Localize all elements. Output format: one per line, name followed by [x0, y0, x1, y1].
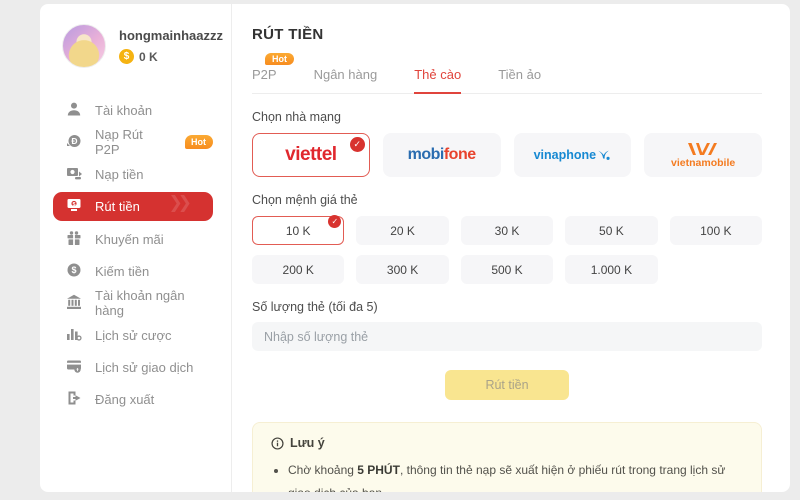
tab-p2p[interactable]: Hot P2P [252, 53, 294, 93]
sidebar-item-logout[interactable]: Đăng xuất [62, 383, 213, 415]
p2p-icon: Đ [66, 133, 82, 152]
main-content: RÚT TIỀN Hot P2P Ngân hàng Thẻ cào Tiền … [232, 4, 790, 492]
network-option-vietnamobile[interactable]: vietnamobile [644, 133, 762, 177]
earn-icon: $ [66, 262, 82, 281]
sidebar-item-deposit[interactable]: Nạp tiền [62, 158, 213, 190]
quantity-input[interactable] [252, 322, 762, 351]
note-item: Chờ khoảng 5 PHÚT, thông tin thẻ nạp sẽ … [288, 459, 743, 492]
deposit-icon [66, 165, 82, 184]
denom-option-100k[interactable]: 100 K [669, 216, 762, 245]
tab-crypto[interactable]: Tiền ảo [498, 67, 541, 93]
vinaphone-swoosh-icon [598, 150, 610, 160]
denom-option-300k[interactable]: 300 K [356, 255, 449, 284]
withdraw-icon: $ [66, 197, 82, 216]
denom-option-50k[interactable]: 50 K [565, 216, 658, 245]
network-option-vinaphone[interactable]: vinaphone [513, 133, 632, 177]
check-icon: ✓ [328, 215, 342, 228]
svg-text:$: $ [71, 265, 76, 275]
tab-bank[interactable]: Ngân hàng [314, 67, 378, 93]
sidebar-item-transaction-history[interactable]: Lịch sử giao dịch [62, 351, 213, 383]
note-list: Chờ khoảng 5 PHÚT, thông tin thẻ nạp sẽ … [288, 459, 743, 492]
bet-history-icon [66, 326, 82, 345]
user-profile: hongmainhaazzz $ 0 K [62, 24, 231, 68]
hot-badge: Hot [185, 135, 213, 149]
svg-text:Đ: Đ [71, 136, 77, 146]
coin-icon: $ [119, 49, 134, 64]
denom-option-1000k[interactable]: 1.000 K [565, 255, 658, 284]
denom-option-20k[interactable]: 20 K [356, 216, 449, 245]
network-options: ✓ viettel mobifone vinaphone vietnamobil… [252, 133, 762, 177]
sidebar-item-bank-account[interactable]: Tài khoản ngân hàng [62, 287, 213, 319]
vinaphone-logo: vinaphone [534, 148, 612, 162]
logout-icon [66, 390, 82, 409]
check-icon: ✓ [349, 137, 365, 152]
denom-option-30k[interactable]: 30 K [460, 216, 554, 245]
user-icon [66, 101, 82, 120]
sidebar: hongmainhaazzz $ 0 K Tài khoản Đ Nạp Rút… [40, 4, 232, 492]
chevron-right-icon: ❯❯ [168, 193, 192, 212]
network-section-label: Chọn nhà mạng [252, 110, 341, 124]
tab-phone-card[interactable]: Thẻ cào [414, 67, 462, 94]
sidebar-item-withdraw[interactable]: $ Rút tiền ❯❯ [53, 192, 213, 221]
gift-icon [66, 230, 82, 249]
sidebar-item-earn[interactable]: $ Kiếm tiền [62, 255, 213, 287]
app-panel: hongmainhaazzz $ 0 K Tài khoản Đ Nạp Rút… [40, 4, 790, 492]
viettel-logo: viettel [285, 144, 337, 165]
transaction-history-icon [66, 358, 82, 377]
balance: $ 0 K [119, 49, 223, 64]
note-title: Lưu ý [271, 436, 743, 450]
sidebar-item-promotions[interactable]: Khuyến mãi [62, 223, 213, 255]
denomination-options: ✓ 10 K 20 K 30 K 50 K 100 K 200 K 300 K … [252, 215, 762, 284]
withdraw-tabs: Hot P2P Ngân hàng Thẻ cào Tiền ảo [252, 53, 762, 94]
sidebar-item-account[interactable]: Tài khoản [62, 94, 213, 126]
network-option-mobifone[interactable]: mobifone [382, 133, 501, 177]
username: hongmainhaazzz [119, 28, 224, 43]
denomination-section-label: Chọn mệnh giá thẻ [252, 193, 358, 207]
bank-icon [66, 294, 82, 313]
denom-option-200k[interactable]: 200 K [252, 255, 345, 284]
sidebar-menu: Tài khoản Đ Nạp Rút P2P Hot Nạp tiền $ R… [53, 94, 231, 415]
note-box: Lưu ý Chờ khoảng 5 PHÚT, thông tin thẻ n… [252, 422, 762, 492]
denom-option-10k[interactable]: ✓ 10 K [252, 215, 345, 245]
sidebar-item-p2p[interactable]: Đ Nạp Rút P2P Hot [62, 126, 213, 158]
mobifone-logo: mobifone [407, 146, 476, 163]
quantity-section-label: Số lượng thẻ (tối đa 5) [252, 300, 378, 314]
withdraw-submit-button[interactable]: Rút tiền [445, 370, 569, 400]
hot-badge: Hot [265, 53, 294, 65]
svg-text:$: $ [72, 202, 75, 208]
balance-amount: 0 K [139, 49, 158, 64]
vietnamobile-mark-icon [688, 142, 718, 155]
vietnamobile-logo: vietnamobile [671, 142, 735, 169]
page-title: RÚT TIỀN [252, 26, 324, 43]
sidebar-item-bet-history[interactable]: Lịch sử cược [62, 319, 213, 351]
network-option-viettel[interactable]: ✓ viettel [252, 133, 370, 177]
avatar[interactable] [62, 24, 106, 68]
info-icon [271, 436, 284, 450]
denom-option-500k[interactable]: 500 K [460, 255, 554, 284]
